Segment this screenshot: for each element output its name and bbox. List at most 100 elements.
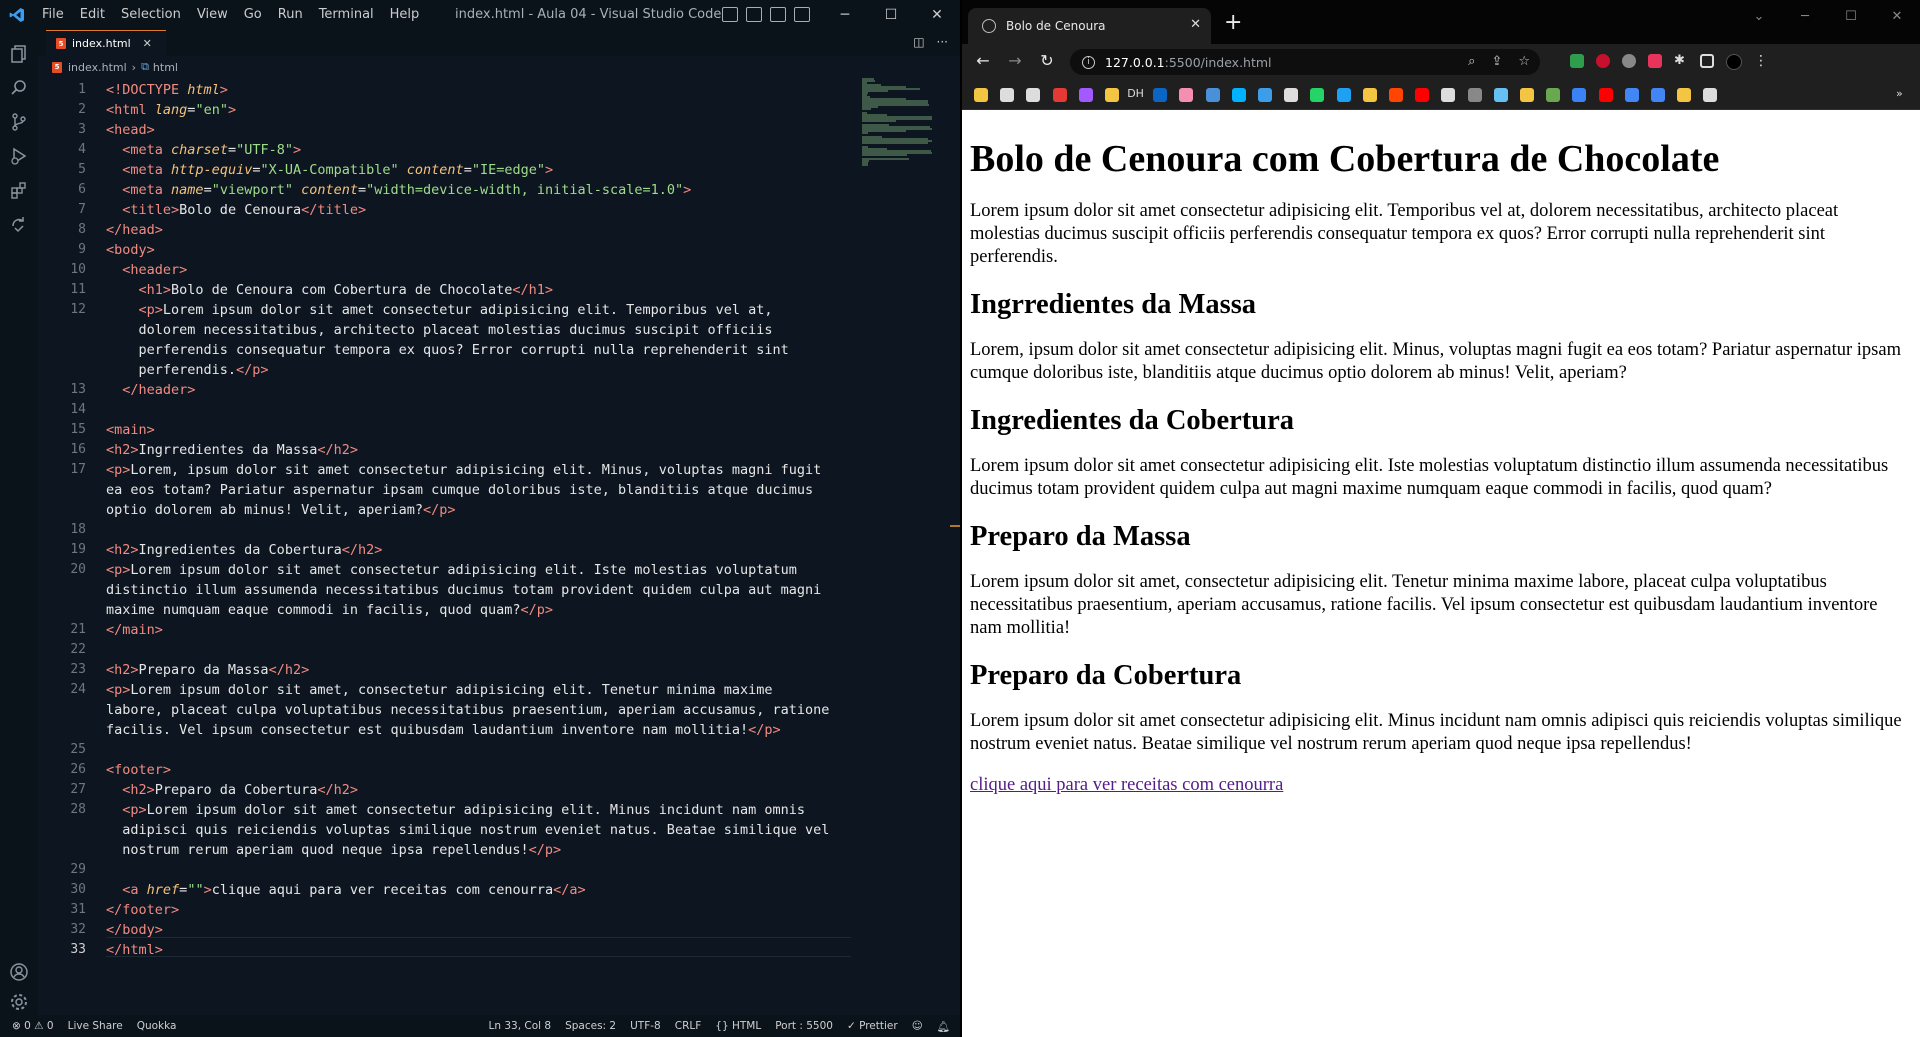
maximize-icon[interactable]: ☐ — [868, 0, 914, 30]
menu-terminal[interactable]: Terminal — [311, 0, 382, 30]
share-icon[interactable]: ⇪ — [1491, 54, 1502, 69]
bookmark-favicon-icon[interactable] — [1546, 88, 1561, 102]
remote-explorer-icon[interactable] — [0, 204, 38, 244]
vscode-logo-icon[interactable] — [0, 0, 34, 30]
bookmark-favicon-icon[interactable] — [974, 88, 988, 102]
minimize-icon[interactable]: ─ — [1782, 0, 1828, 32]
record-extension-icon[interactable] — [1596, 54, 1610, 68]
zoom-icon[interactable]: ⌕ — [1468, 54, 1475, 69]
intro-paragraph: Lorem ipsum dolor sit amet consectetur a… — [970, 201, 1839, 267]
toggle-primary-sidebar-icon[interactable] — [722, 7, 738, 22]
problems-status[interactable]: ⊗ 0 ⚠ 0 — [12, 1020, 54, 1032]
code-editor[interactable]: 1 <!DOCTYPE html> 2 <html lang="en"> 3 <head>… — [38, 78, 858, 958]
bookmark-favicon-icon[interactable] — [1389, 88, 1403, 102]
bookmark-star-icon[interactable]: ☆ — [1518, 54, 1530, 69]
bookmark-favicon-icon[interactable] — [1598, 88, 1613, 102]
bookmark-favicon-icon[interactable] — [1026, 88, 1041, 102]
close-icon[interactable]: ✕ — [1874, 0, 1920, 32]
customize-layout-icon[interactable] — [794, 7, 810, 22]
bookmark-favicon-icon[interactable] — [1205, 88, 1220, 102]
encoding-status[interactable]: UTF-8 — [630, 1020, 661, 1032]
menu-view[interactable]: View — [189, 0, 236, 30]
menu-go[interactable]: Go — [236, 0, 270, 30]
bookmark-favicon-icon[interactable] — [1467, 88, 1482, 102]
site-info-icon[interactable]: i — [1082, 55, 1095, 69]
prettier-status[interactable]: ✓ Prettier — [847, 1020, 898, 1032]
eol-status[interactable]: CRLF — [675, 1020, 702, 1032]
kebab-menu-icon[interactable]: ⋮ — [1754, 54, 1768, 70]
side-panel-icon[interactable] — [1700, 54, 1714, 68]
bookmark-favicon-icon[interactable] — [1493, 88, 1508, 102]
breadcrumb-element[interactable]: html — [153, 61, 178, 74]
tab-search-icon[interactable]: ⌄ — [1736, 0, 1782, 32]
feedback-icon[interactable]: ☺ — [912, 1020, 923, 1032]
code-token: content — [301, 182, 359, 198]
vscode-menubar: File Edit Selection View Go Run Terminal… — [34, 0, 427, 30]
back-arrow-icon[interactable]: ← — [972, 51, 994, 70]
reload-icon[interactable]: ↻ — [1036, 51, 1058, 70]
browser-tab[interactable]: Bolo de Cenoura ✕ — [968, 8, 1211, 44]
bookmark-favicon-icon[interactable] — [1624, 88, 1639, 102]
bookmark-favicon-icon[interactable] — [1231, 88, 1246, 102]
address-bar[interactable]: i 127.0.0.1:5500/index.html ⌕ ⇪ ☆ — [1070, 49, 1540, 75]
toggle-secondary-sidebar-icon[interactable] — [770, 7, 786, 22]
split-editor-icon[interactable]: ◫ — [913, 35, 924, 49]
bookmark-favicon-icon[interactable] — [1105, 88, 1119, 102]
bookmark-favicon-icon[interactable] — [1336, 88, 1351, 102]
bookmark-favicon-icon[interactable] — [1703, 88, 1718, 102]
puzzle-extensions-icon[interactable]: ✱ — [1674, 54, 1688, 68]
recipes-link[interactable]: clique aqui para ver receitas com cenour… — [970, 775, 1283, 795]
bookmark-favicon-icon[interactable] — [1078, 88, 1093, 102]
breadcrumb-file[interactable]: index.html — [68, 61, 127, 74]
bookmark-favicon-icon[interactable] — [1572, 88, 1587, 102]
wolf-extension-icon[interactable] — [1622, 54, 1636, 68]
bookmark-favicon-icon[interactable] — [1153, 88, 1168, 102]
menu-help[interactable]: Help — [382, 0, 428, 30]
quokka-status[interactable]: Quokka — [137, 1020, 177, 1032]
tab-close-icon[interactable]: ✕ — [1190, 17, 1201, 32]
menu-edit[interactable]: Edit — [72, 0, 113, 30]
indentation-status[interactable]: Spaces: 2 — [565, 1020, 616, 1032]
close-icon[interactable]: ✕ — [914, 0, 960, 30]
minimize-icon[interactable]: ─ — [822, 0, 868, 30]
bookmark-favicon-icon[interactable] — [1258, 88, 1272, 102]
bookmark-favicon-icon[interactable] — [1441, 88, 1456, 102]
live-server-port[interactable]: Port : 5500 — [775, 1020, 833, 1032]
new-tab-button[interactable]: + — [1224, 12, 1242, 34]
code-token: </h2> — [317, 442, 358, 458]
bookmark-favicon-icon[interactable] — [1284, 88, 1299, 102]
bookmark-favicon-icon[interactable] — [1179, 88, 1194, 102]
tab-close-icon[interactable]: ✕ — [143, 37, 152, 50]
menu-selection[interactable]: Selection — [113, 0, 189, 30]
line-number: 29 — [70, 862, 86, 877]
bookmark-label[interactable]: DH — [1127, 87, 1144, 100]
line-content: <meta charset="UTF-8"> — [106, 140, 301, 160]
tab-index-html[interactable]: 5 index.html ✕ — [46, 30, 166, 56]
cursor-position[interactable]: Ln 33, Col 8 — [489, 1020, 552, 1032]
bookmark-favicon-icon[interactable] — [1415, 88, 1430, 102]
forward-arrow-icon[interactable]: → — [1004, 51, 1026, 70]
maximize-icon[interactable]: ☐ — [1828, 0, 1874, 32]
code-token: <p> — [138, 302, 163, 318]
menu-run[interactable]: Run — [270, 0, 311, 30]
bookmark-favicon-icon[interactable] — [1651, 88, 1665, 102]
bookmark-favicon-icon[interactable] — [1362, 88, 1377, 102]
bookmark-favicon-icon[interactable] — [1520, 88, 1534, 102]
toggle-panel-icon[interactable] — [746, 7, 762, 22]
bookmark-favicon-icon[interactable] — [1310, 88, 1325, 102]
menu-file[interactable]: File — [34, 0, 72, 30]
avatar[interactable] — [1726, 54, 1742, 70]
notifications-bell-icon[interactable]: 🔔︎ — [937, 1020, 950, 1033]
language-mode[interactable]: {} HTML — [715, 1020, 761, 1032]
bookmarks-overflow-icon[interactable]: » — [1896, 87, 1903, 100]
bookmark-favicon-icon[interactable] — [1000, 88, 1015, 102]
bookmark-favicon-icon[interactable] — [1052, 88, 1067, 102]
live-share-status[interactable]: Live Share — [68, 1020, 123, 1032]
more-actions-icon[interactable]: ··· — [937, 35, 948, 49]
grid-extension-icon[interactable] — [1648, 54, 1662, 68]
chevron-right-icon: › — [131, 60, 137, 74]
shield-extension-icon[interactable] — [1570, 54, 1584, 68]
line-number: 17 — [70, 462, 86, 477]
minimap[interactable] — [860, 78, 946, 166]
bookmark-favicon-icon[interactable] — [1677, 88, 1692, 102]
